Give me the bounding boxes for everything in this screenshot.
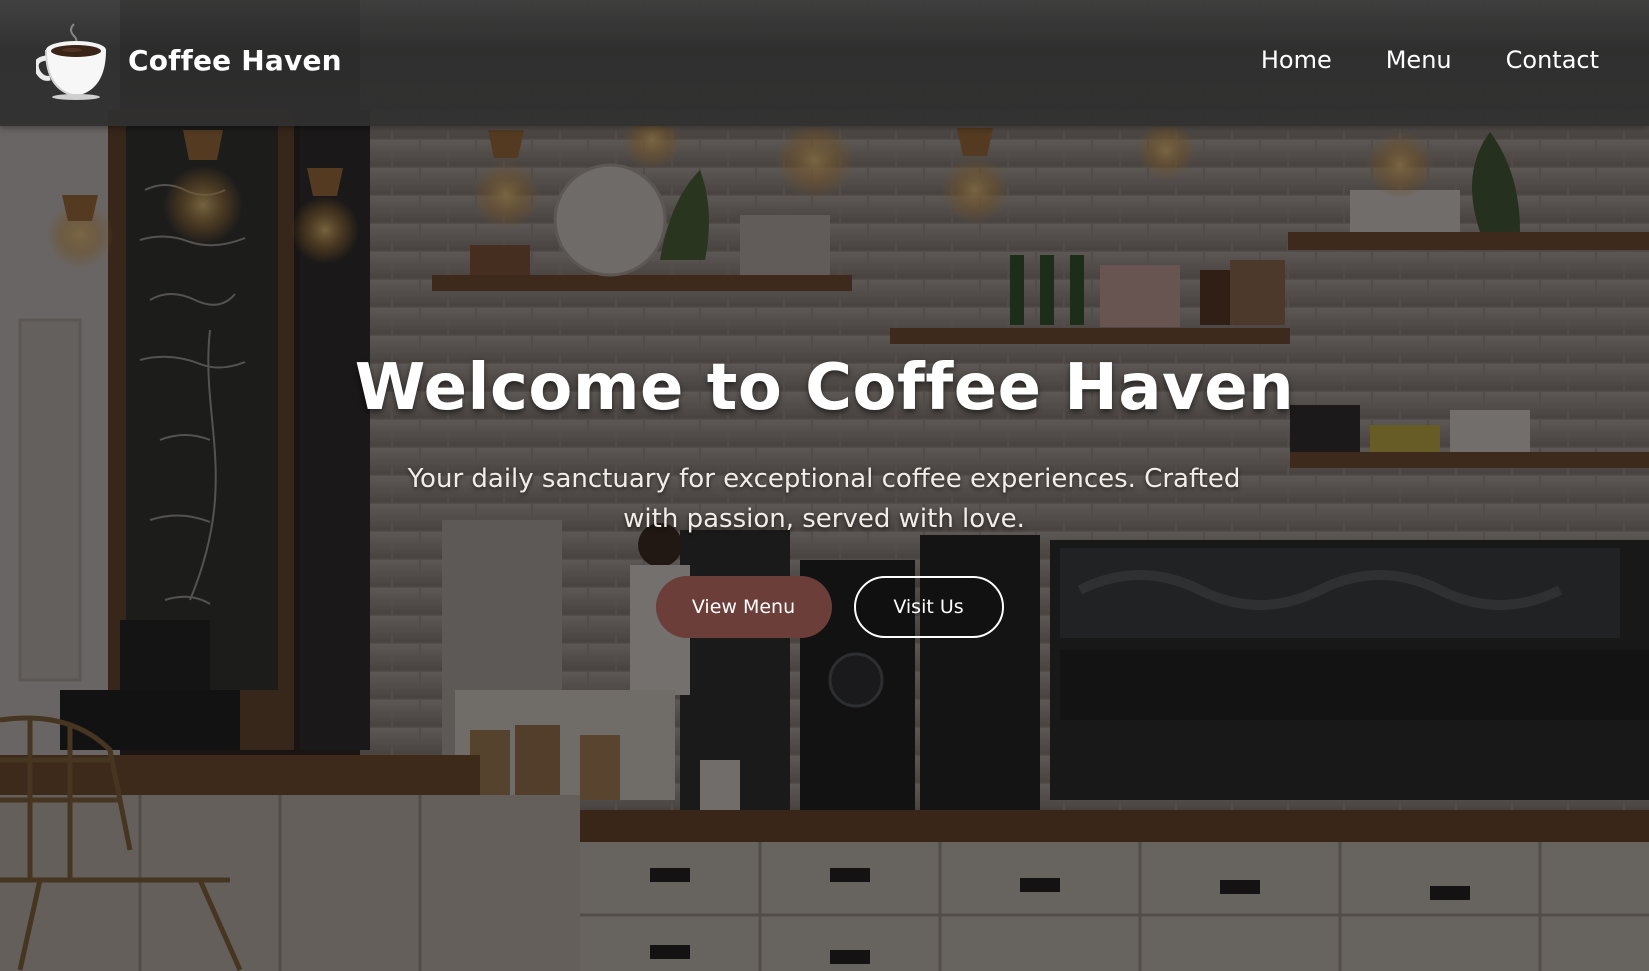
view-menu-button[interactable]: View Menu xyxy=(655,576,832,638)
coffee-cup-icon xyxy=(36,23,106,100)
navbar: Coffee Haven Home Menu Contact xyxy=(0,0,1649,126)
nav-link-menu[interactable]: Menu xyxy=(1386,46,1452,74)
brand[interactable]: Coffee Haven xyxy=(36,20,342,100)
nav-links: Home Menu Contact xyxy=(1207,46,1599,74)
page: Coffee Haven Home Menu Contact Welcome t… xyxy=(0,0,1649,971)
hero-buttons: View Menu Visit Us xyxy=(0,576,1649,638)
brand-name: Coffee Haven xyxy=(128,43,342,77)
hero-title: Welcome to Coffee Haven xyxy=(354,351,1295,425)
nav-link-contact[interactable]: Contact xyxy=(1506,46,1599,74)
visit-us-button[interactable]: Visit Us xyxy=(853,576,1004,638)
nav-link-home[interactable]: Home xyxy=(1261,46,1332,74)
hero-section: Welcome to Coffee Haven Your daily sanct… xyxy=(0,126,1649,971)
hero-subtitle: Your daily sanctuary for exceptional cof… xyxy=(407,464,1241,534)
